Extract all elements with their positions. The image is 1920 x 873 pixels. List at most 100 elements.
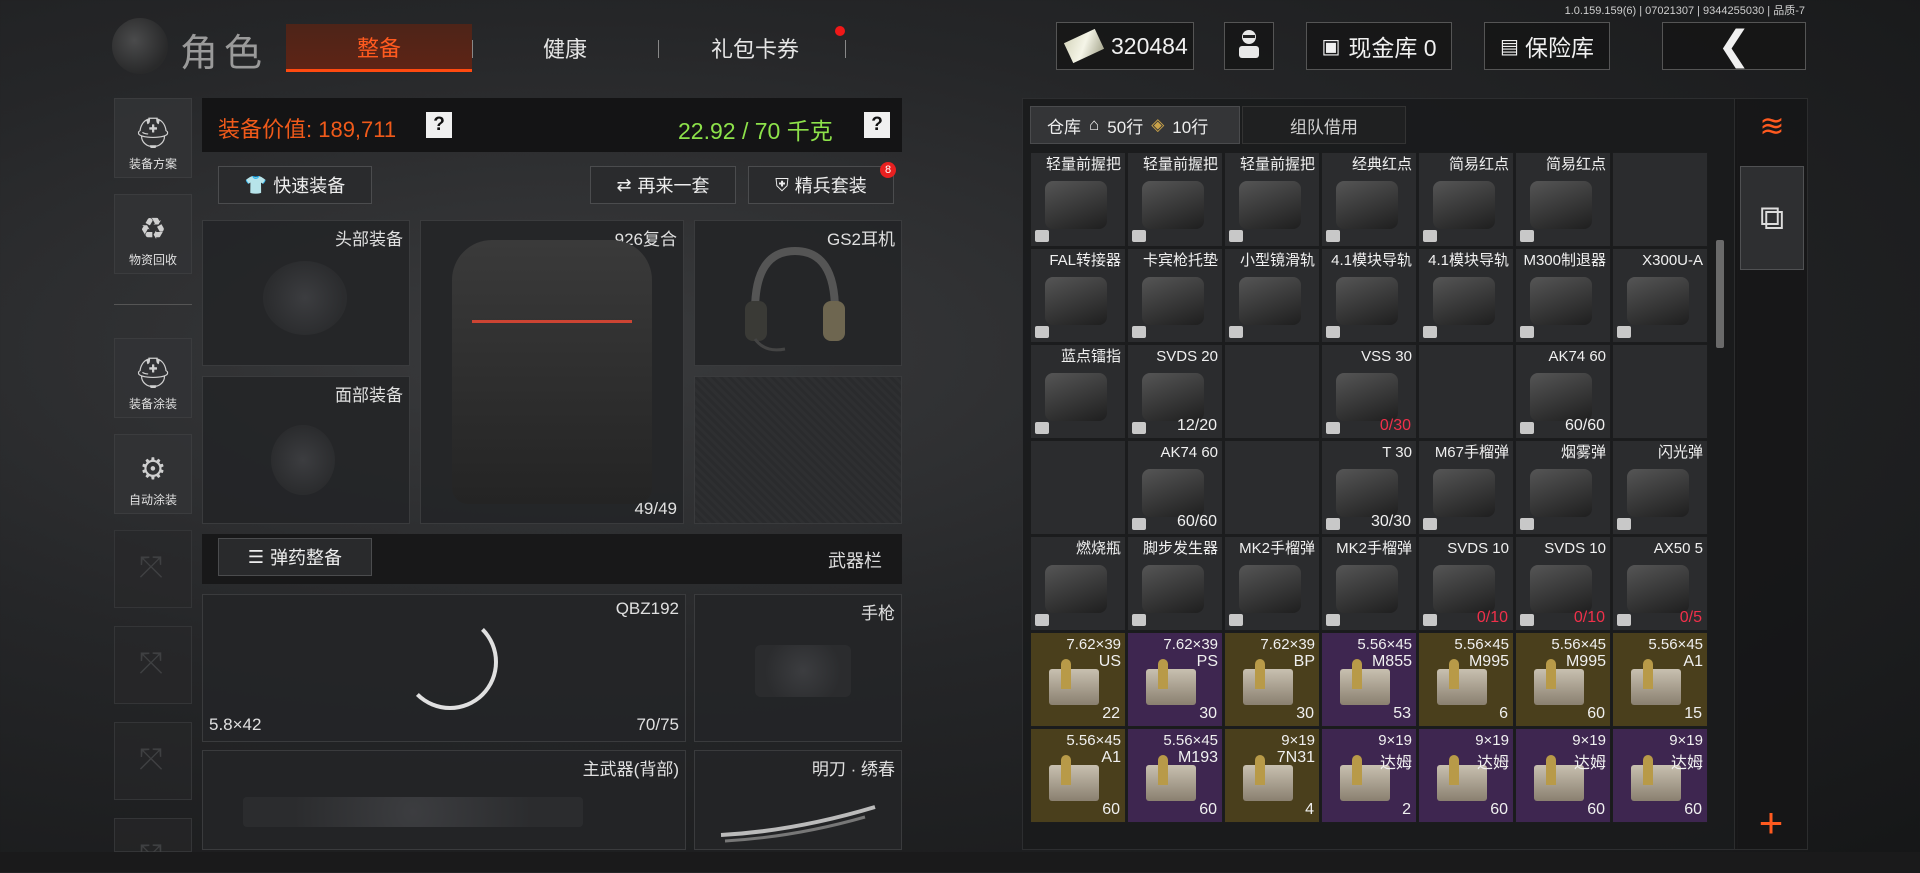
sidebar-auto-paint[interactable]: ⚙ 自动涂装 [114, 434, 192, 514]
slot-melee[interactable]: 明刀 · 绣春 [694, 750, 902, 850]
item-name: MK2手榴弹 [1336, 540, 1412, 557]
storage-item[interactable]: 9×19 达姆 60 [1418, 728, 1514, 823]
item-name: 5.56×45 [1066, 732, 1121, 749]
storage-item[interactable]: 轻量前握把 [1127, 152, 1223, 247]
stack-download-icon[interactable]: ⧉ [1740, 166, 1804, 270]
storage-item[interactable]: 简易红点 [1418, 152, 1514, 247]
back-button[interactable]: ❮ [1662, 22, 1806, 70]
storage-item[interactable] [1612, 344, 1708, 439]
storage-item[interactable]: 7.62×39 PS 30 [1127, 632, 1223, 727]
add-button[interactable]: + [1748, 799, 1794, 846]
repeat-loadout-button[interactable]: ⇄ 再来一套 [590, 166, 736, 204]
item-icon [1336, 277, 1398, 325]
ammo-type: M193 [1177, 749, 1218, 766]
help-icon[interactable]: ? [864, 112, 890, 138]
storage-item[interactable]: 4.1模块导轨 [1418, 248, 1514, 343]
sidebar-equip-paint[interactable]: ⛑ 装备涂装 [114, 338, 192, 418]
storage-item[interactable]: 5.56×45 M193 60 [1127, 728, 1223, 823]
slot-headset[interactable]: GS2耳机 [694, 220, 902, 366]
slot-rig[interactable] [694, 376, 902, 524]
storage-item[interactable]: AX50 5 0/5 [1612, 536, 1708, 631]
bind-tag-icon [1132, 326, 1146, 338]
storage-item[interactable]: 轻量前握把 [1030, 152, 1126, 247]
storage-item[interactable]: 7.62×39 BP 30 [1224, 632, 1320, 727]
weapon-column-label: 武器栏 [828, 551, 882, 571]
help-icon[interactable]: ? [426, 112, 452, 138]
storage-item[interactable]: 7.62×39 US 22 [1030, 632, 1126, 727]
storage-item[interactable]: 5.56×45 A1 60 [1030, 728, 1126, 823]
sidebar-recycle[interactable]: ♻ 物资回收 [114, 194, 192, 274]
storage-item[interactable]: MK2手榴弹 [1224, 536, 1320, 631]
bind-tag-icon [1229, 326, 1243, 338]
elite-set-button[interactable]: ⛨ 精兵套装 [748, 166, 894, 204]
storage-item[interactable] [1224, 440, 1320, 535]
sidebar-equip-plan[interactable]: ⛑ 装备方案 [114, 98, 192, 178]
bind-tag-icon [1520, 230, 1534, 242]
storage-item[interactable]: M67手榴弹 [1418, 440, 1514, 535]
storage-item[interactable]: 卡宾枪托垫 [1127, 248, 1223, 343]
storage-item[interactable] [1612, 152, 1708, 247]
slot-face[interactable]: 面部装备 [202, 376, 410, 524]
safe-button[interactable]: ▤ 保险库 [1484, 22, 1610, 70]
quick-equip-button[interactable]: 👕 快速装备 [218, 166, 372, 204]
storage-item[interactable]: 蓝点镭指 [1030, 344, 1126, 439]
sidebar-empty-slot [114, 722, 192, 800]
storage-item[interactable]: 5.56×45 M855 53 [1321, 632, 1417, 727]
storage-item[interactable]: 5.56×45 M995 6 [1418, 632, 1514, 727]
storage-item[interactable]: MK2手榴弹 [1321, 536, 1417, 631]
item-icon [1627, 565, 1689, 613]
item-name: 7.62×39 [1260, 636, 1315, 653]
storage-item[interactable]: 5.56×45 M995 60 [1515, 632, 1611, 727]
storage-item[interactable]: 5.56×45 A1 15 [1612, 632, 1708, 727]
slot-head[interactable]: 头部装备 [202, 220, 410, 366]
item-name: 闪光弹 [1657, 444, 1703, 461]
tab-team-borrow[interactable]: 组队借用 [1242, 106, 1406, 144]
tab-health[interactable]: 健康 [480, 24, 650, 72]
storage-item[interactable]: FAL转接器 [1030, 248, 1126, 343]
ammo-box-icon [1243, 659, 1293, 705]
agent-button[interactable] [1224, 22, 1274, 70]
tab-storage[interactable]: 仓库 ⌂ 50行 ◈ 10行 [1030, 106, 1240, 144]
storage-item[interactable]: 9×19 达姆 60 [1515, 728, 1611, 823]
item-name: 5.56×45 [1648, 636, 1703, 653]
storage-item[interactable]: SVDS 10 0/10 [1515, 536, 1611, 631]
storage-item[interactable]: X300U-A [1612, 248, 1708, 343]
mask-placeholder-icon [271, 425, 335, 495]
storage-item[interactable]: 经典红点 [1321, 152, 1417, 247]
storage-item[interactable]: 9×19 达姆 2 [1321, 728, 1417, 823]
tab-equip[interactable]: 整备 [286, 24, 472, 72]
storage-item[interactable]: 9×19 达姆 60 [1612, 728, 1708, 823]
storage-item[interactable]: 小型镜滑轨 [1224, 248, 1320, 343]
item-icon [1530, 469, 1592, 517]
tab-gift-cards[interactable]: 礼包卡券 [660, 24, 850, 72]
storage-item[interactable]: 燃烧瓶 [1030, 536, 1126, 631]
storage-item[interactable]: SVDS 20 12/20 [1127, 344, 1223, 439]
storage-item[interactable]: SVDS 10 0/10 [1418, 536, 1514, 631]
cash-vault-button[interactable]: ▣ 现金库 0 [1306, 22, 1452, 70]
item-icon [1239, 181, 1301, 229]
storage-scrollbar[interactable] [1716, 240, 1724, 348]
sort-layers-icon[interactable]: ≋ [1748, 104, 1796, 148]
storage-item[interactable]: 脚步发生器 [1127, 536, 1223, 631]
money-display[interactable]: 320484 [1056, 22, 1194, 70]
storage-item[interactable]: 闪光弹 [1612, 440, 1708, 535]
slot-pistol[interactable]: 手枪 [694, 594, 902, 742]
storage-item[interactable] [1418, 344, 1514, 439]
storage-item[interactable]: 轻量前握把 [1224, 152, 1320, 247]
ammo-prep-button[interactable]: ☰ 弹药整备 [218, 538, 372, 576]
storage-item[interactable]: M300制退器 [1515, 248, 1611, 343]
storage-item[interactable]: 烟雾弹 [1515, 440, 1611, 535]
storage-item[interactable]: 简易红点 [1515, 152, 1611, 247]
storage-item[interactable]: 9×19 7N31 4 [1224, 728, 1320, 823]
storage-item[interactable]: T 30 30/30 [1321, 440, 1417, 535]
storage-item[interactable] [1224, 344, 1320, 439]
slot-back-weapon[interactable]: 主武器(背部) [202, 750, 686, 850]
item-icon [1530, 277, 1592, 325]
item-icon [1045, 277, 1107, 325]
storage-item[interactable]: AK74 60 60/60 [1515, 344, 1611, 439]
ammo-box-icon [1049, 659, 1099, 705]
storage-item[interactable]: VSS 30 0/30 [1321, 344, 1417, 439]
storage-item[interactable] [1030, 440, 1126, 535]
storage-item[interactable]: AK74 60 60/60 [1127, 440, 1223, 535]
storage-item[interactable]: 4.1模块导轨 [1321, 248, 1417, 343]
